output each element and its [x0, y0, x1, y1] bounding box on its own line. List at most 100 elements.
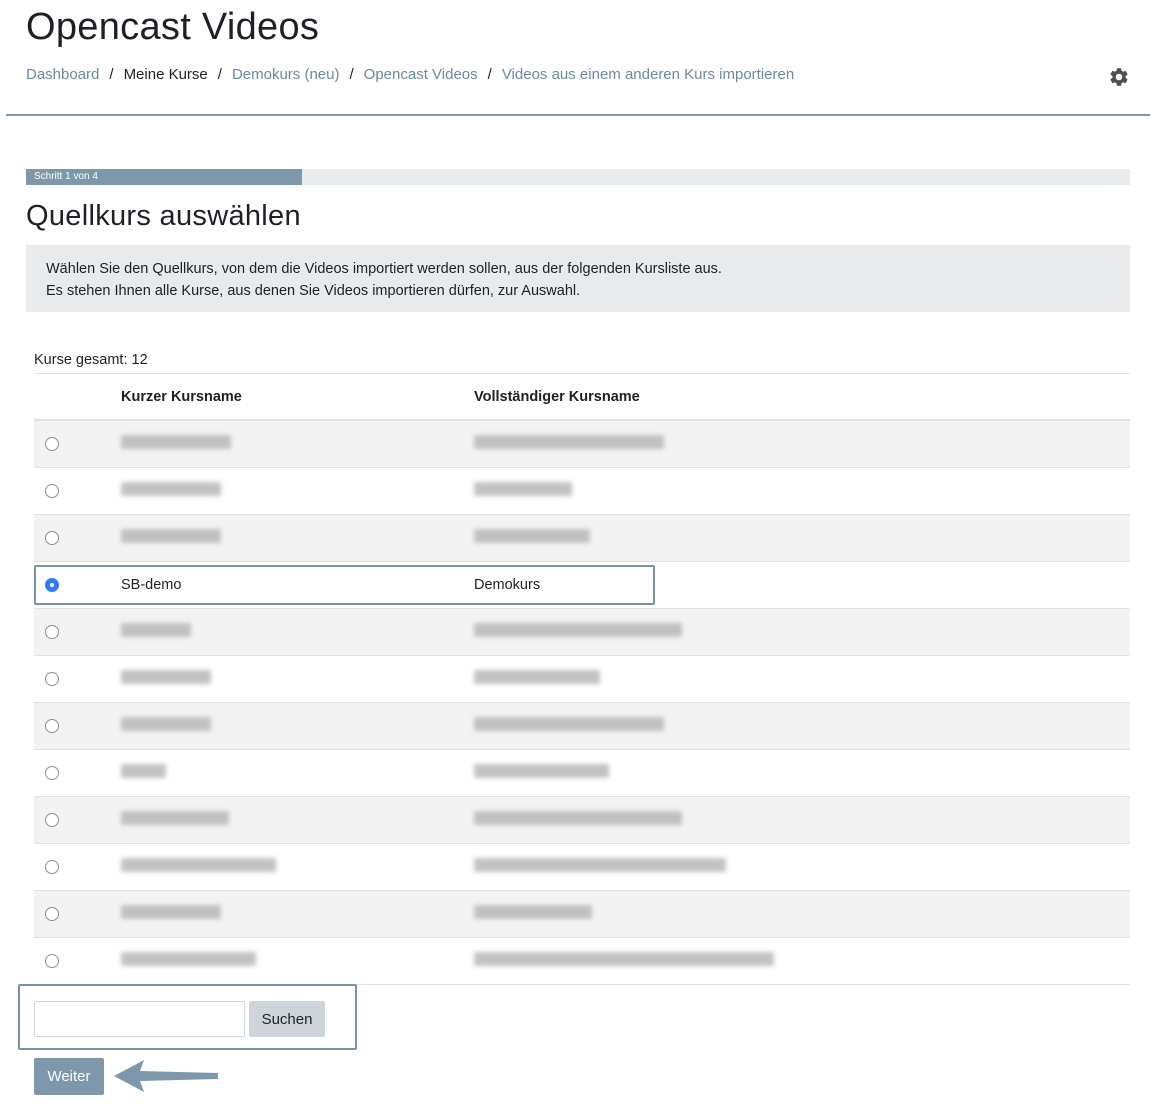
table-row[interactable]: [34, 844, 1130, 891]
short-name-cell: [121, 435, 474, 453]
full-name-cell: [474, 529, 1130, 547]
row-select-cell: [34, 484, 121, 498]
next-button[interactable]: Weiter: [34, 1058, 104, 1095]
table-row[interactable]: [34, 703, 1130, 750]
redacted-text: [121, 905, 221, 919]
row-select-cell: [34, 578, 121, 592]
short-name-cell: [121, 623, 474, 641]
course-radio[interactable]: [45, 954, 59, 968]
info-box: Wählen Sie den Quellkurs, von dem die Vi…: [26, 245, 1130, 312]
redacted-text: [474, 952, 774, 966]
row-select-cell: [34, 813, 121, 827]
course-radio[interactable]: [45, 484, 59, 498]
table-row[interactable]: [34, 797, 1130, 844]
short-name-cell: [121, 905, 474, 923]
table-row[interactable]: [34, 515, 1130, 562]
info-line: Es stehen Ihnen alle Kurse, aus denen Si…: [46, 283, 581, 299]
section-title: Quellkurs auswählen: [26, 200, 301, 232]
redacted-text: [474, 811, 682, 825]
redacted-text: [121, 482, 221, 496]
course-radio[interactable]: [45, 719, 59, 733]
full-name-cell: [474, 717, 1130, 735]
row-select-cell: [34, 437, 121, 451]
full-name-cell: [474, 764, 1130, 782]
table-header: Kurzer Kursname Vollständiger Kursname: [34, 374, 1130, 421]
course-radio[interactable]: [45, 766, 59, 780]
redacted-text: [474, 717, 664, 731]
short-name-cell: [121, 764, 474, 782]
short-name-cell: [121, 811, 474, 829]
short-name-cell: [121, 717, 474, 735]
course-radio[interactable]: [45, 860, 59, 874]
table-row[interactable]: [34, 421, 1130, 468]
search-input[interactable]: [34, 1001, 245, 1037]
short-name-cell: [121, 670, 474, 688]
breadcrumb-separator: /: [109, 66, 114, 83]
full-name-cell: [474, 623, 1130, 641]
breadcrumb-meine-kurse: Meine Kurse: [123, 66, 208, 83]
table-row[interactable]: [34, 750, 1130, 797]
row-select-cell: [34, 954, 121, 968]
redacted-text: [474, 905, 592, 919]
progress-bar: Schritt 1 von 4: [26, 169, 1130, 185]
breadcrumb-separator: /: [487, 66, 492, 83]
course-total: Kurse gesamt: 12: [34, 352, 148, 368]
gear-icon[interactable]: [1108, 66, 1130, 88]
redacted-text: [121, 670, 211, 684]
search-button[interactable]: Suchen: [249, 1001, 325, 1037]
full-name-cell: [474, 952, 1130, 970]
table-body: SB-demo Demokurs: [34, 421, 1130, 985]
breadcrumb-import-videos[interactable]: Videos aus einem anderen Kurs importiere…: [502, 66, 794, 83]
redacted-text: [121, 623, 191, 637]
short-name-cell: [121, 529, 474, 547]
full-name-cell: [474, 670, 1130, 688]
redacted-text: [474, 435, 664, 449]
header-short-name[interactable]: Kurzer Kursname: [121, 389, 474, 405]
full-name-cell: [474, 482, 1130, 500]
full-name-cell: [474, 435, 1130, 453]
breadcrumb-demokurs[interactable]: Demokurs (neu): [232, 66, 340, 83]
redacted-text: [121, 858, 276, 872]
row-select-cell: [34, 672, 121, 686]
full-name-cell: [474, 858, 1130, 876]
row-select-cell: [34, 860, 121, 874]
full-name-cell: [474, 811, 1130, 829]
short-name-cell: [121, 858, 474, 876]
header-divider: [6, 114, 1150, 116]
redacted-text: [121, 435, 231, 449]
short-name-cell: SB-demo: [121, 577, 182, 593]
course-radio[interactable]: [45, 578, 59, 592]
row-select-cell: [34, 719, 121, 733]
redacted-text: [121, 717, 211, 731]
table-row[interactable]: [34, 609, 1130, 656]
row-select-cell: [34, 766, 121, 780]
table-row[interactable]: [34, 891, 1130, 938]
breadcrumb-separator: /: [349, 66, 354, 83]
full-name-cell: [474, 905, 1130, 923]
breadcrumb: Dashboard / Meine Kurse / Demokurs (neu)…: [26, 66, 794, 83]
course-radio[interactable]: [45, 672, 59, 686]
table-row[interactable]: [34, 938, 1130, 985]
page-title: Opencast Videos: [26, 6, 320, 48]
table-row[interactable]: [34, 656, 1130, 703]
progress-label: Schritt 1 von 4: [26, 169, 302, 185]
course-radio[interactable]: [45, 531, 59, 545]
redacted-text: [121, 952, 256, 966]
redacted-text: [121, 764, 166, 778]
course-radio[interactable]: [45, 907, 59, 921]
course-radio[interactable]: [45, 813, 59, 827]
table-row[interactable]: SB-demo Demokurs: [34, 562, 1130, 609]
course-radio[interactable]: [45, 625, 59, 639]
redacted-text: [474, 623, 682, 637]
redacted-text: [121, 529, 221, 543]
redacted-text: [474, 670, 600, 684]
course-radio[interactable]: [45, 437, 59, 451]
breadcrumb-dashboard[interactable]: Dashboard: [26, 66, 99, 83]
course-table: Kurzer Kursname Vollständiger Kursname S…: [34, 373, 1130, 985]
arrow-pointer-icon: [114, 1060, 218, 1092]
table-row[interactable]: [34, 468, 1130, 515]
info-line: Wählen Sie den Quellkurs, von dem die Vi…: [46, 261, 722, 277]
redacted-text: [474, 529, 590, 543]
breadcrumb-opencast-videos[interactable]: Opencast Videos: [364, 66, 478, 83]
header-full-name[interactable]: Vollständiger Kursname: [474, 389, 1130, 405]
